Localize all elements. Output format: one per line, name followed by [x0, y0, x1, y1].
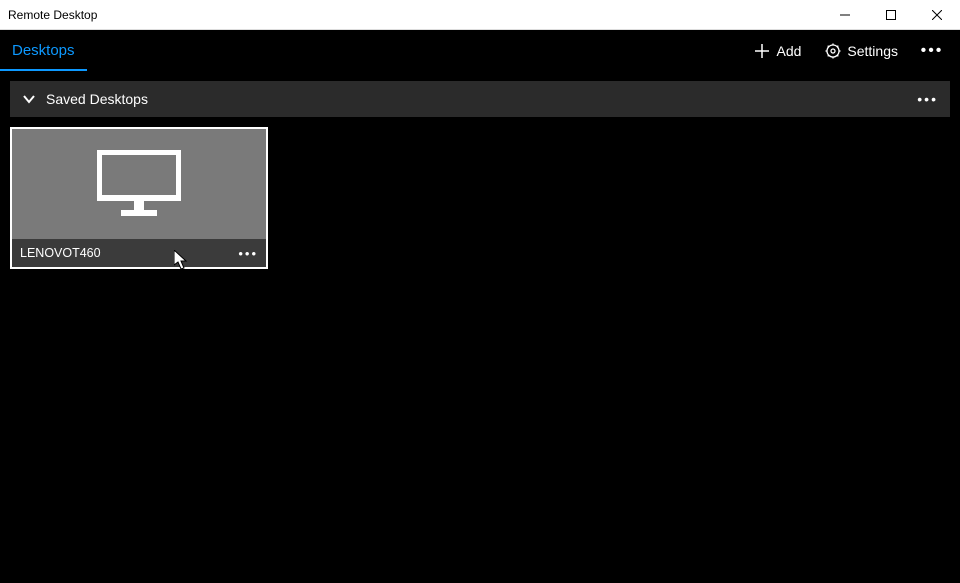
add-button-label: Add — [776, 43, 801, 59]
section-header-left: Saved Desktops — [22, 91, 148, 107]
more-icon: ••• — [917, 91, 938, 107]
titlebar-controls — [822, 0, 960, 30]
section-title: Saved Desktops — [46, 91, 148, 107]
more-icon: ••• — [238, 246, 258, 261]
tile-name: LENOVOT460 — [20, 246, 101, 260]
appbar-more-button[interactable]: ••• — [912, 42, 952, 60]
section-more-button[interactable]: ••• — [917, 91, 938, 107]
settings-button-label: Settings — [847, 43, 898, 59]
tab-desktops[interactable]: Desktops — [0, 30, 87, 71]
chevron-down-icon — [22, 92, 36, 106]
tiles-container: LENOVOT460 ••• — [0, 117, 960, 279]
close-button[interactable] — [914, 0, 960, 30]
tile-footer: LENOVOT460 ••• — [12, 239, 266, 267]
titlebar: Remote Desktop — [0, 0, 960, 30]
gear-icon — [825, 43, 841, 59]
desktop-tile[interactable]: LENOVOT460 ••• — [10, 127, 268, 269]
tile-thumbnail — [12, 129, 266, 239]
appbar-tabs: Desktops — [0, 30, 87, 71]
add-button[interactable]: Add — [744, 31, 811, 71]
minimize-icon — [840, 10, 850, 20]
section-header-saved-desktops[interactable]: Saved Desktops ••• — [10, 81, 950, 117]
window-title: Remote Desktop — [8, 8, 97, 22]
monitor-icon — [97, 150, 181, 218]
maximize-icon — [886, 10, 896, 20]
minimize-button[interactable] — [822, 0, 868, 30]
maximize-button[interactable] — [868, 0, 914, 30]
plus-icon — [754, 43, 770, 59]
tab-desktops-label: Desktops — [12, 42, 75, 59]
close-icon — [932, 10, 942, 20]
appbar: Desktops Add Sett — [0, 30, 960, 71]
more-icon: ••• — [921, 42, 944, 60]
appbar-actions: Add Settings ••• — [744, 30, 952, 71]
tile-more-button[interactable]: ••• — [238, 246, 258, 261]
settings-button[interactable]: Settings — [815, 31, 908, 71]
